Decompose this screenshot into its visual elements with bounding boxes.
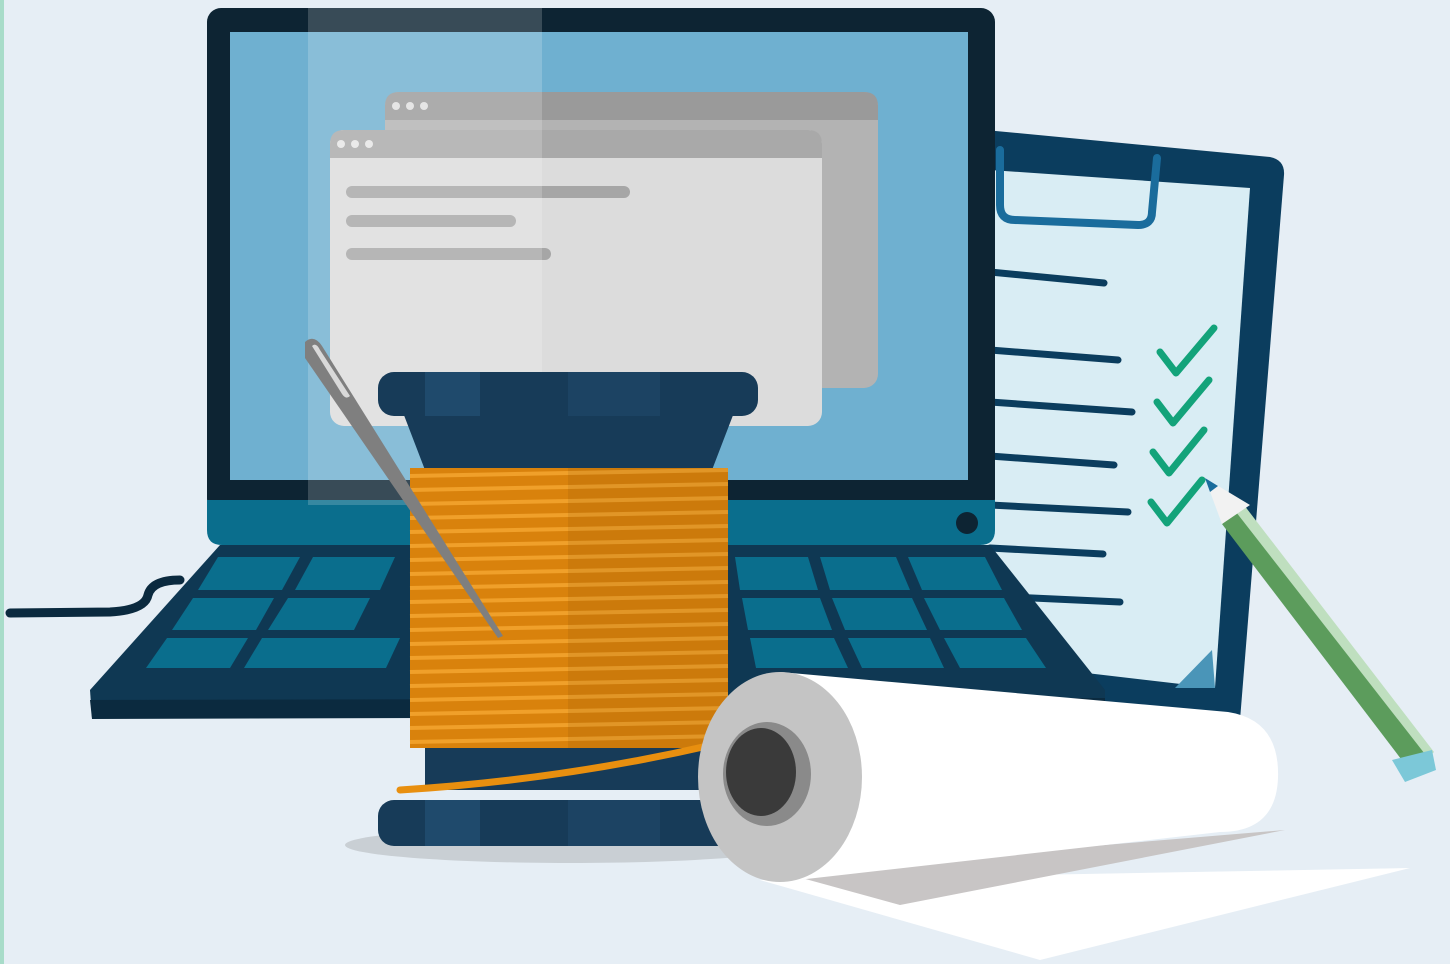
illustration [5, 8, 1436, 960]
paper-roll-icon [698, 672, 1410, 960]
